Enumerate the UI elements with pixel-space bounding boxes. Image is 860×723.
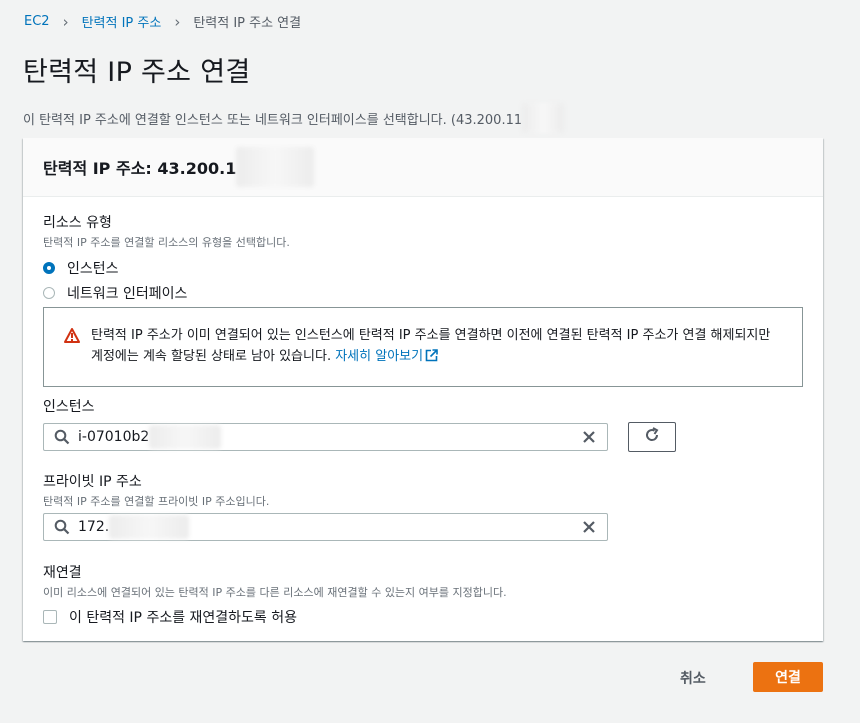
page-title: 탄력적 IP 주소 연결 xyxy=(23,57,251,88)
refresh-icon xyxy=(643,426,661,448)
reassociation-hint: 이미 리소스에 연결되어 있는 탄력적 IP 주소를 다른 리소스에 재연결할 … xyxy=(43,586,507,599)
instance-value: i-07010b2 xyxy=(78,425,222,449)
breadcrumb-ec2-link[interactable]: EC2 xyxy=(24,14,50,29)
radio-instance[interactable]: 인스턴스 xyxy=(43,256,290,280)
resource-type-section: 리소스 유형 탄력적 IP 주소를 연결할 리소스의 유형을 선택합니다. 인스… xyxy=(43,212,290,305)
clear-icon[interactable] xyxy=(581,519,597,539)
breadcrumb: EC2 › 탄력적 IP 주소 › 탄력적 IP 주소 연결 xyxy=(24,12,302,32)
alert-text: 탄력적 IP 주소가 이미 연결되어 있는 인스턴스에 탄력적 IP 주소를 연… xyxy=(91,325,781,369)
search-icon xyxy=(54,519,72,535)
redacted-block xyxy=(522,103,565,133)
search-icon xyxy=(54,429,72,445)
redacted-block xyxy=(149,425,222,449)
private-ip-value: 172. xyxy=(78,515,190,539)
private-ip-value-text: 172. xyxy=(78,519,110,535)
private-ip-select-input[interactable]: 172. xyxy=(43,513,608,541)
redacted-block xyxy=(236,147,315,187)
radio-button[interactable] xyxy=(43,287,55,299)
resource-type-label: 리소스 유형 xyxy=(43,215,112,231)
private-ip-hint: 탄력적 IP 주소를 연결할 프라이빗 IP 주소입니다. xyxy=(43,495,270,508)
associate-button[interactable]: 연결 xyxy=(753,662,823,692)
private-ip-section: 프라이빗 IP 주소 탄력적 IP 주소를 연결할 프라이빗 IP 주소입니다. xyxy=(43,471,269,509)
clear-icon[interactable] xyxy=(581,429,597,449)
associate-panel: 탄력적 IP 주소: 43.200.1 리소스 유형 탄력적 IP 주소를 연결… xyxy=(23,138,823,641)
radio-network-interface[interactable]: 네트워크 인터페이스 xyxy=(43,281,290,305)
private-ip-label: 프라이빗 IP 주소 xyxy=(43,474,142,490)
page-description-text: 이 탄력적 IP 주소에 연결할 인스턴스 또는 네트워크 인터페이스를 선택합… xyxy=(23,112,523,128)
warning-icon xyxy=(64,328,80,347)
resource-type-hint: 탄력적 IP 주소를 연결할 리소스의 유형을 선택합니다. xyxy=(43,236,290,249)
refresh-button[interactable] xyxy=(628,422,676,452)
reassociation-section: 재연결 이미 리소스에 연결되어 있는 탄력적 IP 주소를 다른 리소스에 재… xyxy=(43,562,507,627)
learn-more-link[interactable]: 자세히 알아보기 xyxy=(335,349,423,364)
allow-reassociation-checkbox[interactable] xyxy=(43,610,57,624)
instance-value-text: i-07010b2 xyxy=(78,429,150,445)
radio-network-interface-label: 네트워크 인터페이스 xyxy=(67,286,188,302)
warning-alert: 탄력적 IP 주소가 이미 연결되어 있는 인스턴스에 탄력적 IP 주소를 연… xyxy=(43,307,803,387)
panel-title-text: 탄력적 IP 주소: 43.200.1 xyxy=(43,159,237,178)
allow-reassociation-label: 이 탄력적 IP 주소를 재연결하도록 허용 xyxy=(69,610,298,626)
reassociation-label: 재연결 xyxy=(43,565,82,581)
instance-section: 인스턴스 xyxy=(43,396,95,416)
chevron-right-icon: › xyxy=(62,12,69,31)
panel-title: 탄력적 IP 주소: 43.200.1 xyxy=(43,147,315,187)
page-description: 이 탄력적 IP 주소에 연결할 인스턴스 또는 네트워크 인터페이스를 선택합… xyxy=(23,103,565,133)
panel-header: 탄력적 IP 주소: 43.200.1 xyxy=(23,138,823,197)
breadcrumb-elastic-ip-link[interactable]: 탄력적 IP 주소 xyxy=(82,12,162,31)
redacted-block xyxy=(109,515,190,539)
allow-reassociation-checkbox-row[interactable]: 이 탄력적 IP 주소를 재연결하도록 허용 xyxy=(43,607,507,627)
instance-label: 인스턴스 xyxy=(43,399,95,415)
radio-button-selected[interactable] xyxy=(43,262,55,274)
external-link-icon[interactable] xyxy=(425,348,438,369)
instance-select-input[interactable]: i-07010b2 xyxy=(43,423,608,451)
radio-instance-label: 인스턴스 xyxy=(67,261,119,277)
chevron-right-icon: › xyxy=(174,12,181,31)
cancel-button[interactable]: 취소 xyxy=(680,664,706,692)
breadcrumb-current: 탄력적 IP 주소 연결 xyxy=(193,16,302,31)
